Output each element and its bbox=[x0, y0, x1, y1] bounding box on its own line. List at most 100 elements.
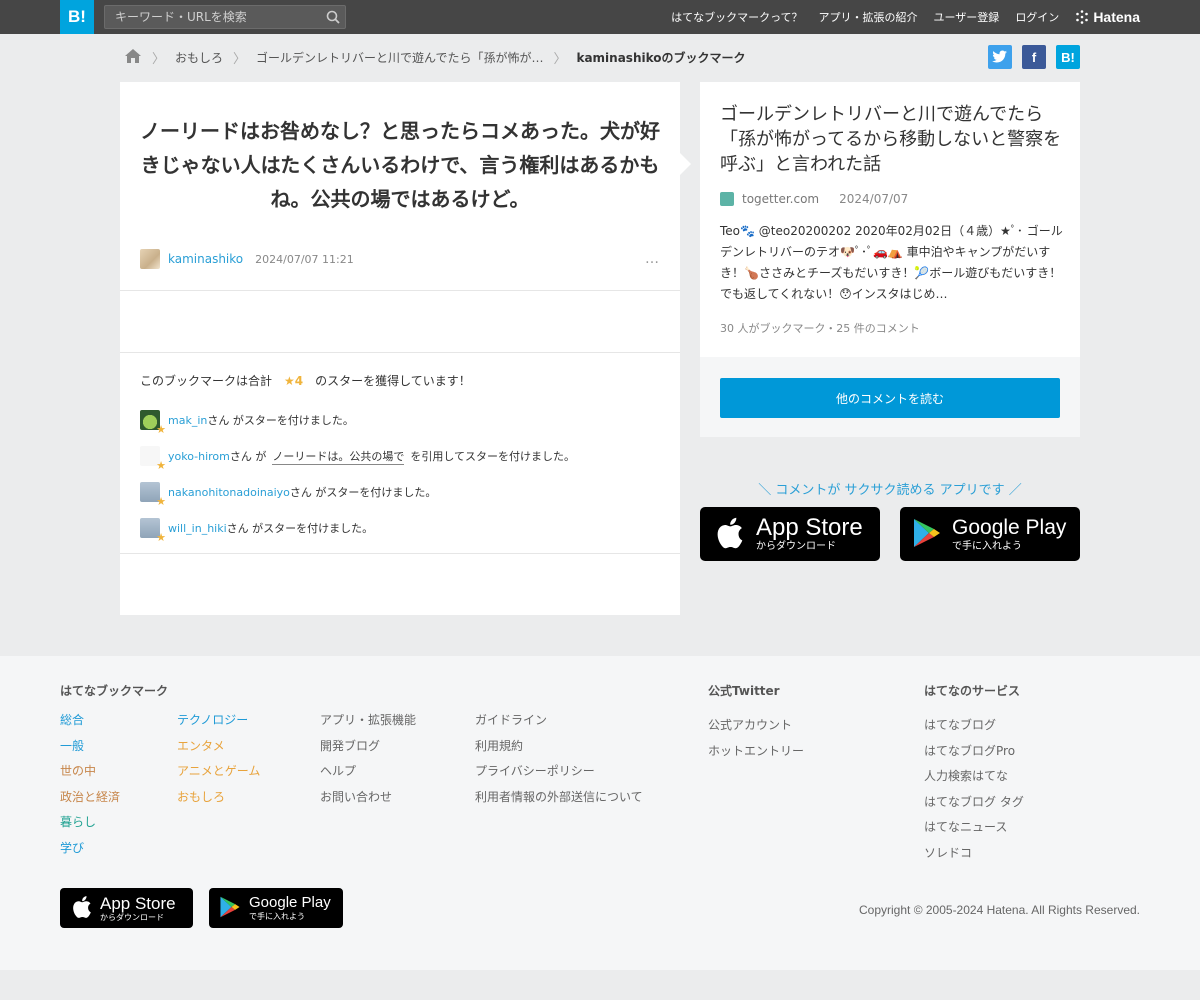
divider bbox=[120, 290, 680, 291]
read-other-comments-button[interactable]: 他のコメントを読む bbox=[720, 378, 1060, 418]
star-text: さん がスターを付けました。 bbox=[207, 414, 354, 427]
hatena-dots-icon bbox=[1076, 10, 1089, 24]
app-store-badge[interactable]: App Store からダウンロード bbox=[700, 507, 880, 561]
google-play-label: Google Play bbox=[952, 516, 1067, 539]
footer-link[interactable]: はてなブログ bbox=[924, 713, 1024, 739]
google-play-badge[interactable]: Google Play で手に入れよう bbox=[900, 507, 1080, 561]
stars-summary-prefix: このブックマークは合計 bbox=[140, 374, 273, 388]
avatar[interactable]: ★ bbox=[140, 446, 166, 472]
nav-about[interactable]: はてなブックマークって？ bbox=[671, 9, 802, 25]
star-count[interactable]: ★4 bbox=[284, 374, 303, 388]
footer-link[interactable]: はてなブログ タグ bbox=[924, 790, 1024, 816]
footer-category-link[interactable]: 学び bbox=[60, 836, 120, 862]
footer-twitter-section: 公式Twitter 公式アカウント ホットエントリー bbox=[708, 682, 804, 764]
bookmark-comment-text: ノーリードはお咎めなし？と思ったらコメあった。犬が好きじゃない人はたくさんいるわ… bbox=[140, 119, 660, 211]
footer-category-link[interactable]: 総合 bbox=[60, 708, 120, 734]
divider bbox=[120, 553, 680, 554]
nav-login[interactable]: ログイン bbox=[1015, 9, 1059, 25]
footer-link[interactable]: はてなニュース bbox=[924, 815, 1024, 841]
footer-heading: はてなブックマーク bbox=[60, 684, 169, 698]
hatena-logo[interactable]: Hatena bbox=[1075, 9, 1140, 25]
hatena-bookmark-logo[interactable]: B! bbox=[60, 0, 94, 34]
footer-category-link[interactable]: おもしろ bbox=[177, 785, 260, 811]
google-play-icon bbox=[219, 895, 241, 922]
nav-apps[interactable]: アプリ・拡張の紹介 bbox=[819, 9, 918, 25]
avatar[interactable]: ★ bbox=[140, 410, 166, 436]
footer-heading: 公式Twitter bbox=[708, 684, 780, 698]
breadcrumb-current: kaminashikoのブックマーク bbox=[576, 50, 746, 65]
more-menu-icon[interactable]: … bbox=[645, 251, 660, 267]
footer-link[interactable]: 利用規約 bbox=[475, 734, 643, 760]
footer-category-link[interactable]: 暮らし bbox=[60, 810, 120, 836]
star-text: さん が bbox=[229, 450, 267, 463]
card-pointer bbox=[680, 153, 691, 175]
footer-link[interactable]: ガイドライン bbox=[475, 708, 643, 734]
footer-link[interactable]: アプリ・拡張機能 bbox=[320, 708, 416, 734]
facebook-share-icon[interactable]: f bbox=[1022, 45, 1046, 69]
bookmark-date[interactable]: 2024/07/07 11:21 bbox=[255, 253, 354, 266]
footer-category-link[interactable]: 世の中 bbox=[60, 759, 120, 785]
footer-category-link[interactable]: エンタメ bbox=[177, 734, 260, 760]
entry-title-link[interactable]: ゴールデンレトリバーと川で遊んでたら「孫が怖がってるから移動しないと警察を呼ぶ」… bbox=[720, 102, 1065, 177]
avatar[interactable]: ★ bbox=[140, 482, 166, 508]
app-store-sublabel: からダウンロード bbox=[100, 912, 164, 922]
footer-category-link[interactable]: アニメとゲーム bbox=[177, 759, 260, 785]
breadcrumb-entry[interactable]: ゴールデンレトリバーと川で遊んでたら「孫が怖が… bbox=[256, 49, 543, 66]
search-icon[interactable] bbox=[321, 6, 345, 28]
avatar[interactable] bbox=[140, 249, 160, 269]
entry-description: Teo🐾 @teo20200202 2020年02月02日（４歳）★ﾟ･ ゴール… bbox=[720, 224, 1063, 301]
footer-link[interactable]: ヘルプ bbox=[320, 759, 416, 785]
footer-category-link[interactable]: 政治と経済 bbox=[60, 785, 120, 811]
footer-app-store-badge[interactable]: App Store からダウンロード bbox=[60, 888, 193, 928]
divider bbox=[120, 352, 680, 353]
footer-link[interactable]: プライバシーポリシー bbox=[475, 759, 643, 785]
app-promo-text: ＼ コメントが サクサク読める アプリです ／ bbox=[758, 483, 1022, 498]
apple-icon bbox=[716, 517, 744, 552]
entry-source: togetter.com 2024/07/07 bbox=[720, 192, 908, 206]
bookmark-user-link[interactable]: kaminashiko bbox=[168, 252, 243, 266]
hatena-logo-text: Hatena bbox=[1093, 9, 1140, 25]
stars-summary: このブックマークは合計 ★4 のスターを獲得しています！ bbox=[140, 372, 471, 389]
breadcrumb-category[interactable]: おもしろ bbox=[175, 49, 223, 66]
star-user-link[interactable]: mak_in bbox=[168, 414, 207, 427]
star-list-item: ★ will_in_hiki さん がスターを付けました。 bbox=[140, 518, 373, 544]
star-text: を引用してスターを付けました。 bbox=[410, 450, 576, 463]
star-icon: ★ bbox=[156, 531, 166, 544]
footer-link[interactable]: 人力検索はてな bbox=[924, 764, 1024, 790]
copyright: Copyright © 2005-2024 Hatena. All Rights… bbox=[859, 903, 1140, 917]
footer-link[interactable]: ホットエントリー bbox=[708, 739, 804, 765]
footer-links-d: ガイドライン 利用規約 プライバシーポリシー 利用者情報の外部送信について bbox=[475, 708, 643, 810]
star-user-link[interactable]: will_in_hiki bbox=[168, 522, 227, 535]
apple-icon bbox=[72, 895, 92, 922]
twitter-share-icon[interactable] bbox=[988, 45, 1012, 69]
star-text: さん がスターを付けました。 bbox=[289, 486, 437, 499]
chevron-right-icon: 〉 bbox=[152, 51, 166, 67]
footer-link[interactable]: ソレドコ bbox=[924, 841, 1024, 867]
search-input[interactable] bbox=[105, 6, 321, 28]
hatena-bookmark-share-icon[interactable]: B! bbox=[1056, 45, 1080, 69]
chevron-right-icon: 〉 bbox=[553, 51, 567, 67]
star-user-link[interactable]: yoko-hirom bbox=[168, 450, 230, 463]
entry-domain-link[interactable]: togetter.com bbox=[742, 192, 819, 206]
star-icon: ★ bbox=[156, 423, 166, 436]
star-icon: ★ bbox=[156, 495, 166, 508]
footer-link[interactable]: 開発ブログ bbox=[320, 734, 416, 760]
footer-google-play-badge[interactable]: Google Play で手に入れよう bbox=[209, 888, 343, 928]
star-user-link[interactable]: nakanohitonadoinaiyo bbox=[168, 486, 290, 499]
home-icon[interactable] bbox=[124, 48, 142, 67]
footer-category-link[interactable]: テクノロジー bbox=[177, 708, 260, 734]
entry-bookmark-count[interactable]: 30 人がブックマーク・25 件のコメント bbox=[720, 320, 920, 336]
footer-link[interactable]: 利用者情報の外部送信について bbox=[475, 785, 643, 811]
avatar[interactable]: ★ bbox=[140, 518, 166, 544]
footer-category-link[interactable]: 一般 bbox=[60, 734, 120, 760]
read-comments-panel: 他のコメントを読む bbox=[700, 357, 1080, 437]
share-buttons: f B! bbox=[988, 45, 1080, 69]
footer-link[interactable]: お問い合わせ bbox=[320, 785, 416, 811]
star-quote[interactable]: ノーリードは。公共の場で bbox=[272, 448, 405, 465]
nav-register[interactable]: ユーザー登録 bbox=[934, 9, 1000, 25]
footer-link[interactable]: はてなブログPro bbox=[924, 739, 1024, 765]
google-play-icon bbox=[912, 517, 942, 552]
search-box[interactable] bbox=[104, 5, 346, 29]
bookmark-comment-card: ノーリードはお咎めなし？と思ったらコメあった。犬が好きじゃない人はたくさんいるわ… bbox=[120, 82, 680, 615]
footer-link[interactable]: 公式アカウント bbox=[708, 713, 804, 739]
